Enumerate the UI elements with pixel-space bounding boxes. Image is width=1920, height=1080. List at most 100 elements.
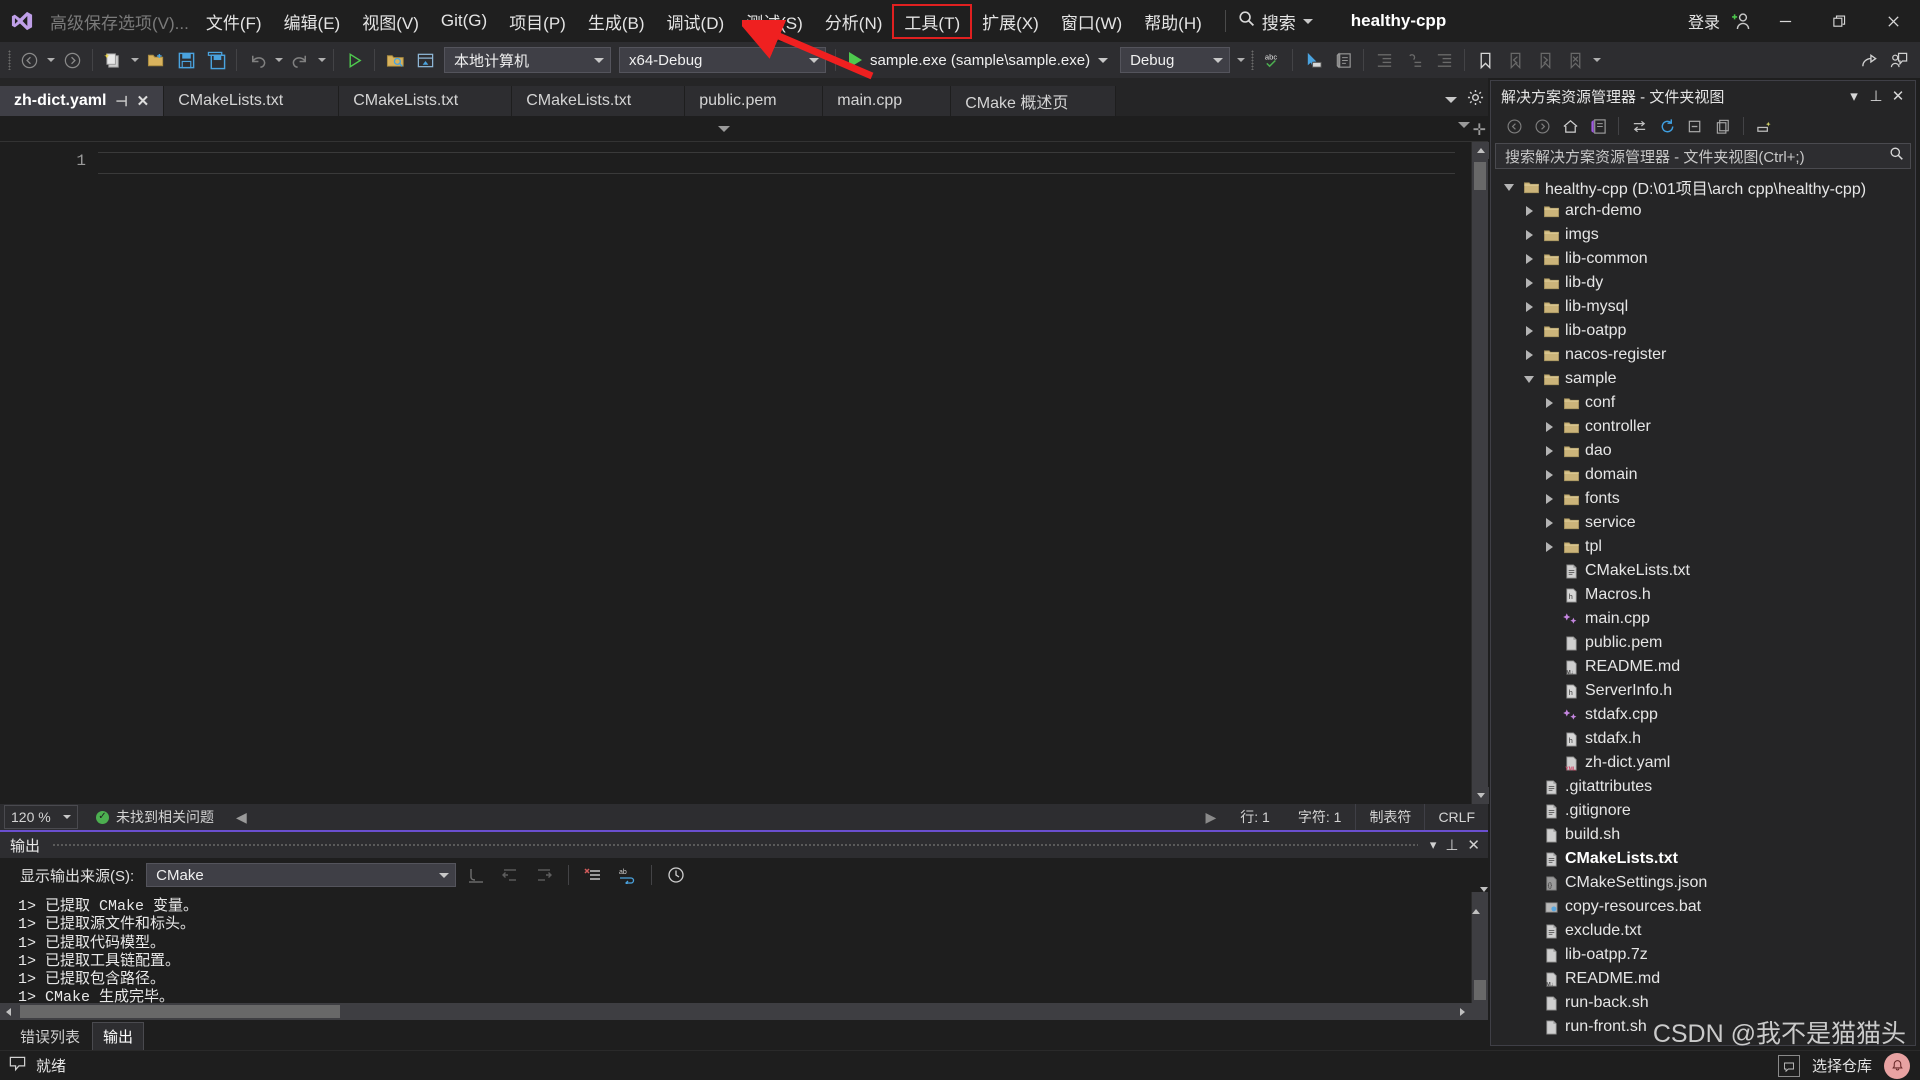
- toggle-bookmark-icon[interactable]: [1470, 45, 1500, 75]
- project-settings-icon[interactable]: [410, 45, 440, 75]
- toggle-word-wrap-icon[interactable]: ab: [613, 862, 641, 888]
- output-source-dropdown[interactable]: CMake: [146, 863, 457, 887]
- tree-item[interactable]: tpl: [1491, 535, 1915, 559]
- tab-error-list[interactable]: 错误列表: [10, 1023, 90, 1050]
- increase-indent-icon[interactable]: [1429, 45, 1459, 75]
- chevron-right-icon[interactable]: [1539, 398, 1559, 408]
- sync-with-active-document-icon[interactable]: [1626, 114, 1652, 138]
- editor-tab-main-cpp[interactable]: main.cpp: [823, 86, 952, 116]
- chevron-right-icon[interactable]: [1519, 326, 1539, 336]
- tree-item[interactable]: healthy-cpp (D:\01项目\arch cpp\healthy-cp…: [1491, 175, 1915, 199]
- tree-item[interactable]: build.sh: [1491, 823, 1915, 847]
- editor-splitter-caret-icon[interactable]: [1458, 122, 1470, 128]
- tree-item[interactable]: controller: [1491, 415, 1915, 439]
- menu-item-window[interactable]: 窗口(W): [1050, 5, 1133, 38]
- collapse-all-icon[interactable]: [1682, 114, 1708, 138]
- menu-item-project[interactable]: 项目(P): [498, 5, 577, 38]
- editor-tab-cmakelists-2[interactable]: CMakeLists.txt: [339, 86, 513, 116]
- chevron-down-icon[interactable]: [1302, 18, 1313, 24]
- pin-tab-icon[interactable]: ⊣: [115, 93, 127, 110]
- save-all-icon[interactable]: [201, 45, 231, 75]
- tree-item[interactable]: fonts: [1491, 487, 1915, 511]
- toolbar-overflow-2[interactable]: [1590, 45, 1603, 75]
- chevron-right-icon[interactable]: [1539, 494, 1559, 504]
- line-ending-label[interactable]: CRLF: [1424, 804, 1488, 830]
- select-repository-icon[interactable]: [1777, 1054, 1800, 1077]
- toolbar-grip-2[interactable]: [1247, 49, 1257, 71]
- menu-item-tools[interactable]: 工具(T): [892, 3, 973, 39]
- scroll-up-icon[interactable]: [1472, 892, 1480, 914]
- tree-item[interactable]: conf: [1491, 391, 1915, 415]
- restore-button[interactable]: [1812, 0, 1866, 42]
- tree-item[interactable]: arch-demo: [1491, 199, 1915, 223]
- redo-icon[interactable]: [285, 45, 315, 75]
- navigate-forward-button[interactable]: [57, 45, 87, 75]
- tree-item[interactable]: lib-oatpp.7z: [1491, 943, 1915, 967]
- menu-item-edit[interactable]: 编辑(E): [273, 5, 352, 38]
- home-icon[interactable]: [1557, 114, 1583, 138]
- scrollbar-thumb[interactable]: [1474, 980, 1486, 1000]
- menu-item-test[interactable]: 测试(S): [735, 5, 814, 38]
- tab-overflow-icon[interactable]: [1445, 97, 1457, 103]
- chevron-right-icon[interactable]: [1519, 302, 1539, 312]
- menu-item-extensions[interactable]: 扩展(X): [971, 5, 1050, 38]
- chevron-down-icon[interactable]: ▾: [1843, 87, 1865, 105]
- scroll-left-icon[interactable]: [0, 1007, 17, 1016]
- menu-item-analyze[interactable]: 分析(N): [814, 5, 894, 38]
- forward-icon[interactable]: [1529, 114, 1555, 138]
- chevron-down-icon[interactable]: [1098, 57, 1109, 63]
- scrollbar-thumb-horizontal[interactable]: [20, 1005, 340, 1018]
- show-all-files-icon[interactable]: [1710, 114, 1736, 138]
- tree-item[interactable]: exclude.txt: [1491, 919, 1915, 943]
- editor-tab-cmakelists-3[interactable]: CMakeLists.txt: [512, 86, 686, 116]
- tree-item[interactable]: {} CMakeSettings.json: [1491, 871, 1915, 895]
- go-to-message-icon[interactable]: [462, 862, 490, 888]
- menu-item-view[interactable]: 视图(V): [351, 5, 430, 38]
- scroll-down-icon[interactable]: [1472, 787, 1489, 804]
- split-editor-icon[interactable]: ✛: [1473, 120, 1486, 140]
- properties-icon[interactable]: [1751, 114, 1777, 138]
- tree-item[interactable]: run-front.sh: [1491, 1015, 1915, 1039]
- global-search-box[interactable]: 搜索: [1238, 9, 1313, 34]
- menu-item-build[interactable]: 生成(B): [577, 5, 656, 38]
- chevron-down-icon[interactable]: [1519, 375, 1539, 383]
- refresh-icon[interactable]: [1654, 114, 1680, 138]
- tree-item[interactable]: dao: [1491, 439, 1915, 463]
- save-icon[interactable]: [171, 45, 201, 75]
- tree-item[interactable]: h ServerInfo.h: [1491, 679, 1915, 703]
- tree-item[interactable]: main.cpp: [1491, 607, 1915, 631]
- tree-item[interactable]: copy-resources.bat: [1491, 895, 1915, 919]
- back-icon[interactable]: [1501, 114, 1527, 138]
- issues-next-icon[interactable]: ▶: [1196, 809, 1227, 826]
- build-config-dropdown[interactable]: Debug: [1120, 47, 1231, 73]
- login-label[interactable]: 登录: [1688, 9, 1720, 33]
- chevron-right-icon[interactable]: [1519, 230, 1539, 240]
- tree-item[interactable]: M↓ README.md: [1491, 655, 1915, 679]
- start-debugging-button[interactable]: sample.exe (sample\sample.exe): [841, 52, 1116, 69]
- add-account-icon[interactable]: [1724, 10, 1758, 32]
- minimize-button[interactable]: [1758, 0, 1812, 42]
- show-all-files-icon[interactable]: [380, 45, 410, 75]
- scroll-right-icon[interactable]: [1454, 1007, 1471, 1016]
- tree-item[interactable]: CMakeLists.txt: [1491, 847, 1915, 871]
- current-line-highlight[interactable]: [98, 152, 1455, 174]
- spellcheck-icon[interactable]: abc: [1257, 45, 1287, 75]
- undo-icon[interactable]: [242, 45, 272, 75]
- tree-item[interactable]: lib-oatpp: [1491, 319, 1915, 343]
- code-surface[interactable]: [98, 142, 1471, 804]
- menu-item-file[interactable]: 文件(F): [195, 5, 273, 38]
- tree-item[interactable]: M↓ README.md: [1491, 967, 1915, 991]
- indent-mode-label[interactable]: 制表符: [1355, 804, 1424, 830]
- tree-item[interactable]: lib-dy: [1491, 271, 1915, 295]
- tree-item[interactable]: domain: [1491, 463, 1915, 487]
- tree-item[interactable]: h Macros.h: [1491, 583, 1915, 607]
- close-button[interactable]: [1866, 0, 1920, 42]
- feedback-icon[interactable]: [1884, 45, 1914, 75]
- source-control-icon[interactable]: [8, 1054, 27, 1078]
- tab-output[interactable]: 输出: [92, 1022, 145, 1050]
- chevron-right-icon[interactable]: [1539, 470, 1559, 480]
- tree-item[interactable]: sample: [1491, 367, 1915, 391]
- show-timestamps-icon[interactable]: [662, 862, 690, 888]
- close-icon[interactable]: ✕: [1887, 87, 1909, 105]
- switch-views-icon[interactable]: [1585, 114, 1611, 138]
